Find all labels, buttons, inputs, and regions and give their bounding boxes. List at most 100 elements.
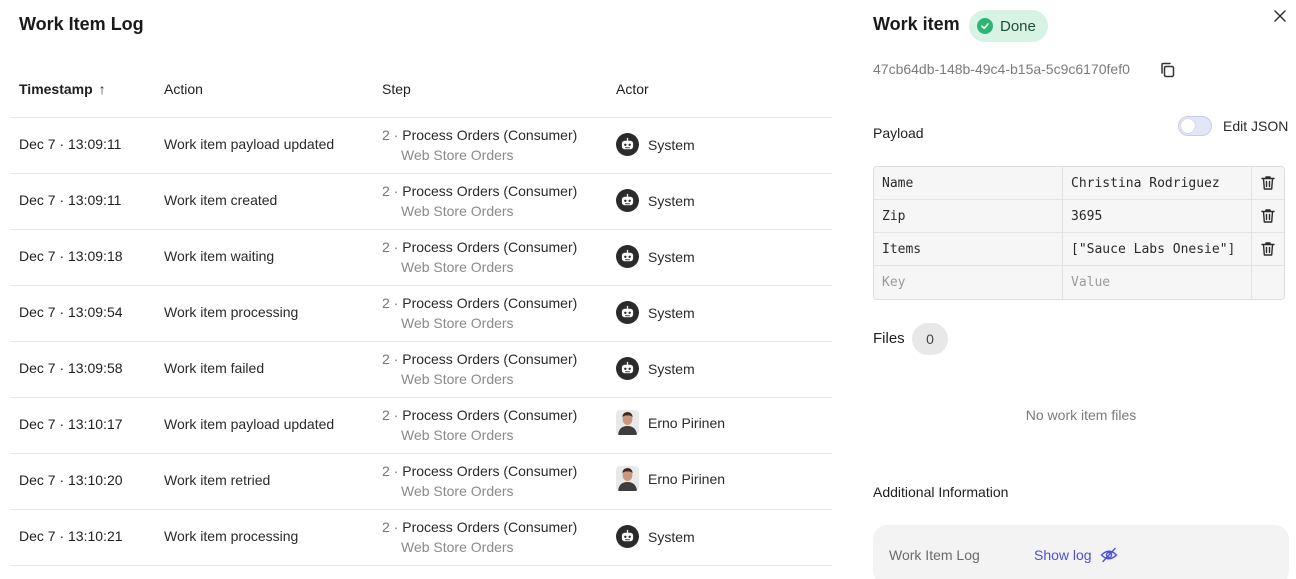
copy-id-button[interactable] [1158, 60, 1178, 80]
row-timestamp: Dec 7 · 13:09:54 [19, 304, 123, 320]
row-actor: Erno Pirinen [616, 410, 725, 435]
row-action: Work item waiting [164, 248, 275, 264]
step-name: Process Orders (Consumer) [402, 463, 578, 479]
payload-key-field[interactable]: Items [874, 233, 1063, 265]
step-process-name: Web Store Orders [401, 539, 514, 555]
step-process-name: Web Store Orders [401, 147, 514, 163]
robot-icon [616, 301, 639, 324]
log-table: Timestamp ↑ Action Step Actor Dec 7 · 13:… [11, 70, 832, 566]
payload-editor: Name Christina Rodriguez Zip 3695 Items … [873, 166, 1285, 300]
payload-row: Name Christina Rodriguez [874, 167, 1284, 200]
step-name: Process Orders (Consumer) [402, 407, 578, 423]
row-timestamp: Dec 7 · 13:10:21 [19, 528, 123, 544]
show-log-button[interactable]: Show log [1034, 546, 1118, 564]
table-row: Dec 7 · 13:09:11 Work item created 2 · P… [11, 174, 832, 230]
step-name: Process Orders (Consumer) [402, 519, 578, 535]
payload-heading: Payload [873, 125, 924, 141]
step-number: 2 · [382, 463, 403, 479]
robot-icon [616, 357, 639, 380]
row-timestamp: Dec 7 · 13:10:20 [19, 472, 123, 488]
row-actor: System [616, 245, 695, 268]
actor-name: System [648, 360, 695, 377]
eye-off-icon [1100, 547, 1118, 563]
empty-cell [1252, 266, 1284, 299]
row-action: Work item processing [164, 304, 299, 320]
row-action: Work item payload updated [164, 416, 335, 432]
table-row: Dec 7 · 13:09:54 Work item processing 2 … [11, 286, 832, 342]
payload-value-field[interactable]: ["Sauce Labs Onesie"] [1063, 233, 1252, 265]
step-process-name: Web Store Orders [401, 315, 514, 331]
delete-row-button[interactable] [1252, 167, 1284, 199]
step-number: 2 · [382, 183, 403, 199]
row-actor: System [616, 357, 695, 380]
sort-ascending-icon: ↑ [98, 81, 106, 97]
new-value-input[interactable]: Value [1063, 266, 1252, 299]
edit-json-label: Edit JSON [1223, 118, 1289, 134]
row-actor: System [616, 525, 695, 548]
close-button[interactable] [1270, 6, 1290, 26]
row-step: 2 · Process Orders (Consumer) Web Store … [382, 405, 577, 445]
show-log-label: Show log [1034, 547, 1092, 563]
actor-name: Erno Pirinen [648, 470, 726, 487]
close-icon [1274, 10, 1286, 22]
step-number: 2 · [382, 519, 403, 535]
actor-name: Erno Pirinen [648, 414, 726, 431]
step-process-name: Web Store Orders [401, 427, 514, 443]
trash-icon [1261, 242, 1275, 256]
row-action: Work item created [164, 192, 278, 208]
actor-name: System [648, 136, 695, 153]
column-header-step: Step [382, 81, 411, 97]
copy-icon [1161, 62, 1175, 78]
payload-key-field[interactable]: Name [874, 167, 1063, 199]
step-number: 2 · [382, 295, 403, 311]
payload-value-field[interactable]: Christina Rodriguez [1063, 167, 1252, 199]
robot-icon [616, 189, 639, 212]
trash-icon [1261, 176, 1275, 190]
row-step: 2 · Process Orders (Consumer) Web Store … [382, 517, 577, 557]
step-number: 2 · [382, 127, 403, 143]
table-row: Dec 7 · 13:09:11 Work item payload updat… [11, 118, 832, 174]
step-number: 2 · [382, 407, 403, 423]
delete-row-button[interactable] [1252, 200, 1284, 232]
step-name: Process Orders (Consumer) [402, 239, 578, 255]
actor-name: System [648, 248, 695, 265]
actor-name: System [648, 528, 695, 545]
row-step: 2 · Process Orders (Consumer) Web Store … [382, 181, 577, 221]
work-item-log-card: Work Item Log Show log [873, 525, 1289, 579]
row-action: Work item processing [164, 528, 299, 544]
delete-row-button[interactable] [1252, 233, 1284, 265]
column-header-timestamp[interactable]: Timestamp ↑ [19, 81, 106, 97]
step-number: 2 · [382, 239, 403, 255]
files-count-badge: 0 [912, 323, 948, 355]
row-actor: Erno Pirinen [616, 466, 725, 491]
robot-icon [616, 245, 639, 268]
row-timestamp: Dec 7 · 13:09:11 [19, 192, 122, 208]
edit-json-toggle[interactable] [1178, 116, 1212, 136]
robot-icon [616, 133, 639, 156]
payload-key-field[interactable]: Zip [874, 200, 1063, 232]
row-step: 2 · Process Orders (Consumer) Web Store … [382, 125, 577, 165]
avatar [616, 466, 639, 491]
column-header-label: Timestamp [19, 81, 93, 97]
robot-icon [616, 525, 639, 548]
page-title: Work Item Log [19, 14, 144, 34]
status-label: Done [1000, 17, 1036, 35]
payload-row: Items ["Sauce Labs Onesie"] [874, 233, 1284, 266]
row-actor: System [616, 133, 695, 156]
new-key-input[interactable]: Key [874, 266, 1063, 299]
avatar [616, 410, 639, 435]
step-process-name: Web Store Orders [401, 203, 514, 219]
work-item-details-panel: Work item Done 47cb64db-148b-49c4-b15a-5… [856, 0, 1296, 579]
payload-value-field[interactable]: 3695 [1063, 200, 1252, 232]
row-step: 2 · Process Orders (Consumer) Web Store … [382, 349, 577, 389]
no-files-message: No work item files [1025, 407, 1137, 423]
status-badge: Done [969, 10, 1048, 42]
row-step: 2 · Process Orders (Consumer) Web Store … [382, 293, 577, 333]
step-process-name: Web Store Orders [401, 371, 514, 387]
toggle-knob [1181, 119, 1195, 133]
row-action: Work item failed [164, 360, 265, 376]
actor-name: System [648, 304, 695, 321]
step-name: Process Orders (Consumer) [402, 127, 578, 143]
trash-icon [1261, 209, 1275, 223]
step-name: Process Orders (Consumer) [402, 351, 578, 367]
